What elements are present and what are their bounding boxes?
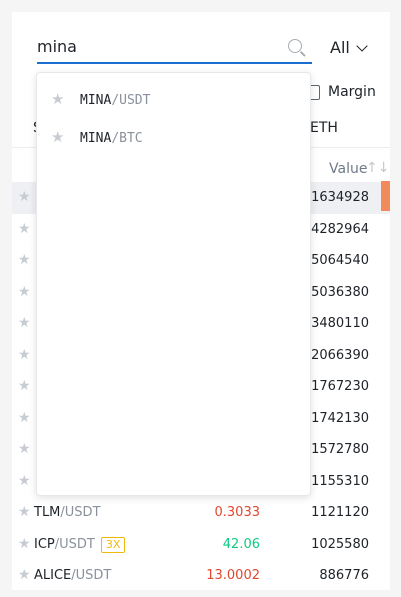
column-header-value[interactable]: Value bbox=[329, 161, 367, 177]
volume-value: 3480110 bbox=[311, 316, 369, 331]
suggestion-pair: MINA/USDT bbox=[80, 93, 150, 108]
table-row[interactable]: ★ ALICE/USDT 13.0002 886776 bbox=[12, 560, 390, 592]
volume-value: 5036380 bbox=[311, 284, 369, 300]
pair-quote: /USDT bbox=[71, 568, 112, 583]
pair-base: ICP bbox=[34, 536, 55, 552]
star-icon[interactable]: ★ bbox=[18, 222, 31, 236]
volume-value: 1025580 bbox=[311, 536, 369, 552]
star-icon[interactable]: ★ bbox=[18, 442, 31, 456]
suggestion-item[interactable]: ★ MINA/USDT bbox=[37, 81, 310, 119]
volume-value: 1121120 bbox=[311, 505, 369, 520]
price-value: 0.3033 bbox=[214, 505, 261, 520]
pair-label: ALICE/USDT bbox=[34, 568, 111, 583]
search-icon[interactable] bbox=[288, 39, 302, 53]
margin-label: Margin bbox=[328, 84, 376, 100]
star-icon[interactable]: ★ bbox=[51, 92, 64, 107]
star-icon[interactable]: ★ bbox=[18, 537, 31, 551]
star-icon[interactable]: ★ bbox=[51, 130, 64, 145]
leverage-badge: 3X bbox=[100, 536, 126, 553]
pair-base: ALICE bbox=[34, 568, 72, 583]
suggestion-quote: USDT bbox=[119, 93, 151, 108]
volume-value: 4282964 bbox=[311, 221, 369, 237]
suggestion-sep: / bbox=[111, 93, 120, 108]
filter-label: All bbox=[330, 38, 350, 57]
margin-toggle[interactable]: Margin bbox=[305, 84, 376, 100]
volume-value: 5064540 bbox=[311, 253, 369, 268]
pair-base: TLM bbox=[34, 505, 61, 520]
market-filter-dropdown[interactable]: All bbox=[330, 38, 368, 57]
volume-value: 2066390 bbox=[311, 347, 369, 363]
pair-label: TLM/USDT bbox=[34, 505, 101, 520]
star-icon[interactable]: ★ bbox=[18, 190, 31, 204]
volume-value: 1742130 bbox=[311, 410, 369, 426]
suggestion-quote: BTC bbox=[119, 131, 143, 146]
scrollbar-thumb[interactable] bbox=[381, 181, 390, 211]
sort-icon[interactable]: ↑↓ bbox=[366, 160, 389, 176]
star-icon[interactable]: ★ bbox=[18, 285, 31, 299]
price-value: 42.06 bbox=[222, 536, 260, 552]
suggestion-base: MINA bbox=[80, 131, 112, 146]
table-row[interactable]: ★ ICP/USDT 3X 42.06 1025580 bbox=[12, 529, 390, 561]
table-row[interactable]: ★ TLM/USDT 0.3033 1121120 bbox=[12, 497, 390, 529]
suggestion-base: MINA bbox=[80, 93, 112, 108]
star-icon[interactable]: ★ bbox=[18, 379, 31, 393]
star-icon[interactable]: ★ bbox=[18, 316, 31, 330]
suggestion-sep: / bbox=[111, 131, 120, 146]
star-icon[interactable]: ★ bbox=[18, 568, 31, 582]
volume-value: 1767230 bbox=[311, 379, 369, 394]
price-value: 13.0002 bbox=[206, 568, 260, 583]
pair-quote: /USDT bbox=[60, 505, 101, 520]
volume-value: 886776 bbox=[319, 568, 369, 583]
search-input[interactable] bbox=[37, 34, 277, 58]
search-suggestions-dropdown: ★ MINA/USDT ★ MINA/BTC bbox=[36, 72, 311, 496]
pair-quote: /USDT bbox=[54, 536, 95, 552]
volume-value: 1572780 bbox=[311, 442, 369, 457]
pair-label: ICP/USDT 3X bbox=[34, 536, 126, 553]
volume-value: 1155310 bbox=[311, 473, 369, 489]
star-icon[interactable]: ★ bbox=[18, 348, 31, 362]
star-icon[interactable]: ★ bbox=[18, 253, 31, 267]
suggestion-item[interactable]: ★ MINA/BTC bbox=[37, 119, 310, 157]
chevron-down-icon bbox=[356, 39, 368, 52]
star-icon[interactable]: ★ bbox=[18, 411, 31, 425]
suggestion-pair: MINA/BTC bbox=[80, 131, 143, 146]
search-bar[interactable] bbox=[37, 28, 312, 64]
volume-value: 21634928 bbox=[302, 190, 369, 205]
star-icon[interactable]: ★ bbox=[18, 505, 31, 519]
tab-eth[interactable]: ETH bbox=[310, 120, 338, 136]
star-icon[interactable]: ★ bbox=[18, 474, 31, 488]
